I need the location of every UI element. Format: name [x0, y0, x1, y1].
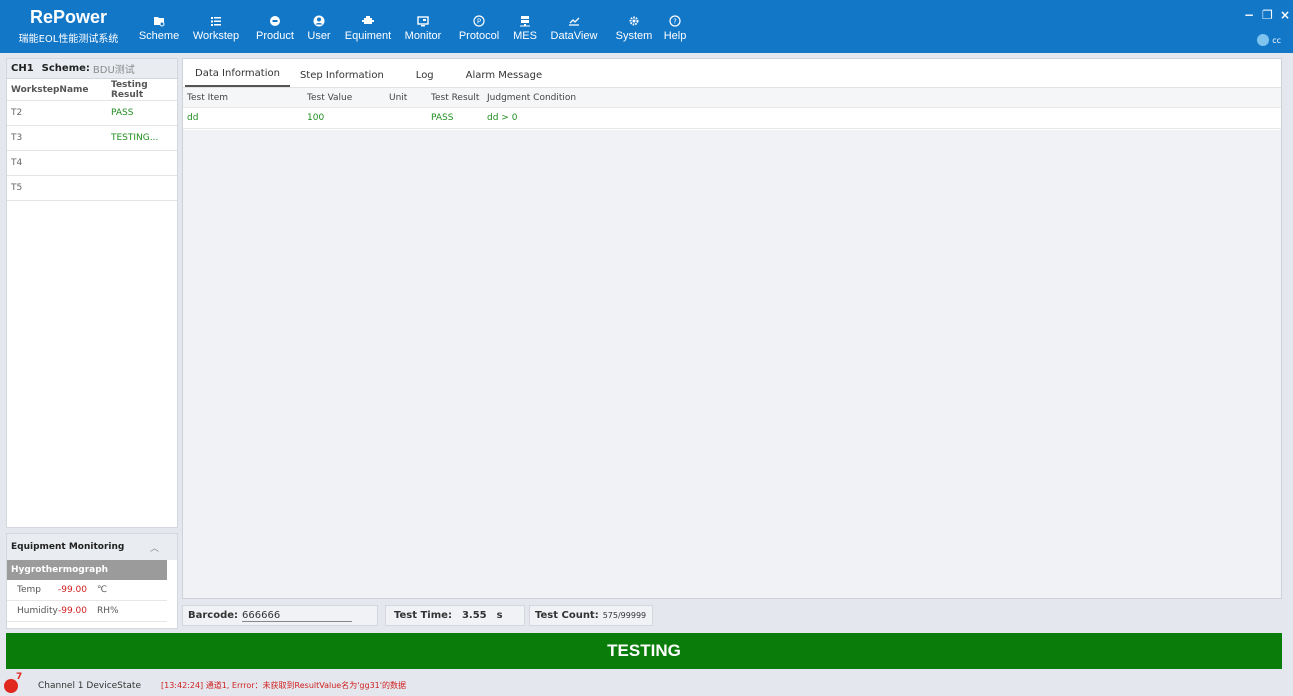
monitor-icon — [416, 14, 430, 28]
product-icon — [268, 14, 282, 28]
avatar-icon — [1257, 34, 1270, 46]
footer: 7 Channel 1 DeviceState [13:42:24] 通道1, … — [0, 672, 1293, 696]
top-bar: RePower 瑞能EOL性能测试系统 Scheme Workstep Prod… — [0, 0, 1293, 53]
nav-dataview[interactable]: DataView — [548, 0, 600, 53]
data-table-empty-area — [183, 130, 1281, 598]
test-time-unit: s — [496, 610, 503, 621]
nav-product[interactable]: Product — [252, 0, 298, 53]
tab-step-information[interactable]: Step Information — [290, 70, 394, 87]
data-panel: Data Information Step Information Log Al… — [182, 58, 1282, 599]
data-table-header: Test Item Test Value Unit Test Result Ju… — [183, 88, 1281, 108]
server-icon — [518, 14, 532, 28]
tab-bar: Data Information Step Information Log Al… — [183, 59, 1281, 88]
barcode-box: Barcode: 666666 — [182, 605, 378, 626]
barcode-label: Barcode: — [188, 610, 239, 621]
workstep-panel: CH1 Scheme: BDU测试 WorkstepName Testing R… — [6, 58, 178, 528]
nav-monitor[interactable]: Monitor — [400, 0, 446, 53]
nav-system[interactable]: System — [612, 0, 656, 53]
nav-mes[interactable]: MES — [510, 0, 540, 53]
main-nav: Scheme Workstep Product User Equiment Mo… — [139, 0, 688, 53]
brand: RePower 瑞能EOL性能测试系统 — [0, 0, 137, 53]
svg-text:?: ? — [673, 18, 677, 26]
nav-protocol[interactable]: P Protocol — [454, 0, 504, 53]
help-icon: ? — [668, 14, 682, 28]
svg-text:P: P — [477, 18, 481, 26]
close-button[interactable]: × — [1280, 8, 1290, 22]
nav-equipment[interactable]: Equiment — [342, 0, 394, 53]
app-subtitle: 瑞能EOL性能测试系统 — [18, 34, 119, 45]
error-message: [13:42:24] 通道1, Errror：未获取到ResultValue名为… — [161, 681, 406, 690]
chevron-up-icon[interactable]: ︿ — [150, 541, 159, 554]
equipment-row: Humidity -99.00 RH% — [7, 601, 167, 622]
nav-user[interactable]: User — [304, 0, 334, 53]
test-status-bar: TESTING — [6, 633, 1282, 669]
test-time-value: 3.55 — [461, 610, 487, 621]
channel-name: CH1 — [11, 63, 34, 74]
user-icon — [312, 14, 326, 28]
workstep-row[interactable]: T2 PASS — [7, 101, 177, 126]
scheme-label: Scheme: — [41, 63, 90, 74]
test-count-value: 575/99999 — [602, 611, 647, 620]
equipment-row: Temp -99.00 ℃ — [7, 580, 167, 601]
equipment-header[interactable]: Equipment Monitoring ︿ — [7, 534, 177, 560]
test-time-box: Test Time: 3.55 s — [385, 605, 525, 626]
device-state: Channel 1 DeviceState — [38, 680, 141, 691]
protocol-icon: P — [472, 14, 486, 28]
barcode-field[interactable]: 666666 — [242, 610, 353, 622]
workstep-row[interactable]: T4 — [7, 151, 177, 176]
list-icon — [209, 14, 223, 28]
equipment-icon — [361, 14, 375, 28]
user-badge[interactable]: cc — [1257, 34, 1281, 46]
scheme-icon — [152, 14, 166, 28]
tab-alarm-message[interactable]: Alarm Message — [456, 70, 552, 87]
app-title: RePower — [29, 7, 108, 27]
test-count-box: Test Count: 575/99999 — [529, 605, 653, 626]
scheme-value: BDU测试 — [92, 65, 135, 76]
minimize-button[interactable]: − — [1244, 8, 1254, 22]
nav-scheme[interactable]: Scheme — [139, 0, 179, 53]
channel-header: CH1 Scheme: BDU测试 — [7, 59, 177, 79]
workstep-header: WorkstepName Testing Result — [7, 79, 177, 101]
test-time-label: Test Time: — [394, 610, 452, 621]
alert-count: 7 — [16, 671, 23, 682]
tab-log[interactable]: Log — [394, 70, 456, 87]
alert-icon[interactable]: 7 — [4, 672, 22, 693]
workstep-row[interactable]: T3 TESTING... — [7, 126, 177, 151]
nav-workstep[interactable]: Workstep — [186, 0, 246, 53]
gear-icon — [627, 14, 641, 28]
user-name: cc — [1272, 35, 1281, 45]
dataview-icon — [567, 14, 581, 28]
tab-data-information[interactable]: Data Information — [185, 68, 290, 87]
equipment-monitoring-panel: Equipment Monitoring ︿ Hygrothermograph … — [6, 533, 178, 629]
workstep-row[interactable]: T5 — [7, 176, 177, 201]
nav-help[interactable]: ? Help — [662, 0, 688, 53]
restore-button[interactable]: ❐ — [1262, 8, 1273, 22]
test-count-label: Test Count: — [535, 610, 599, 621]
table-row[interactable]: dd 100 PASS dd > 0 — [183, 108, 1281, 129]
hygrothermograph-header: Hygrothermograph — [7, 560, 167, 580]
